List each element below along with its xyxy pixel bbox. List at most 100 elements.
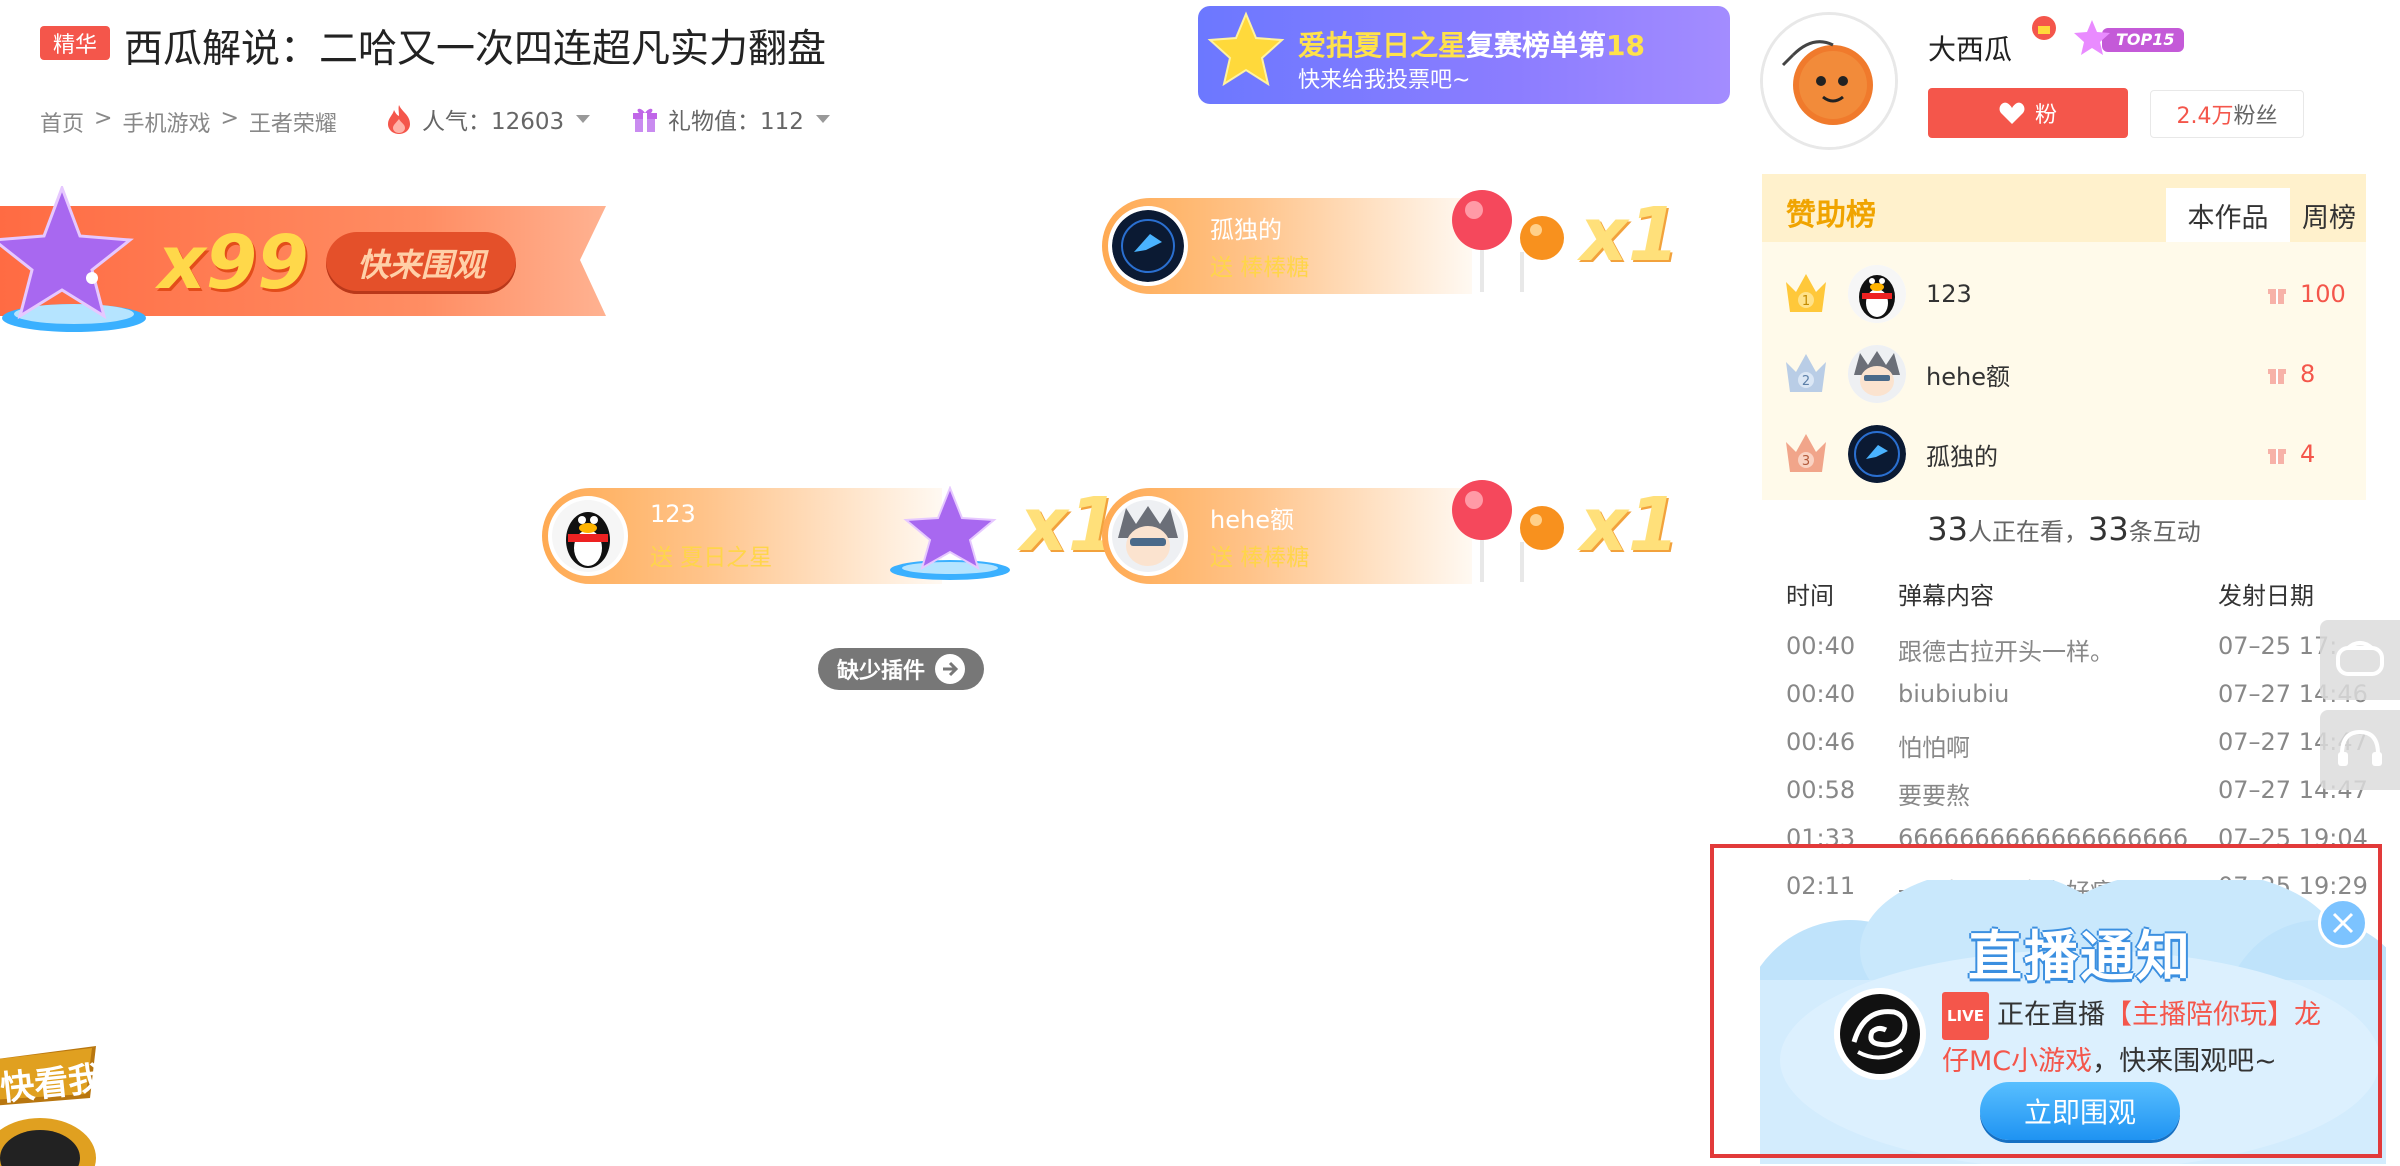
dark-logo-avatar-icon bbox=[1848, 425, 1906, 483]
fan-count-label: 粉丝 bbox=[2233, 104, 2278, 129]
danmaku-header-date: 发射日期 bbox=[2218, 582, 2314, 610]
watching-count: 33 bbox=[1927, 510, 1968, 548]
gift-value: 礼物值：112 bbox=[668, 109, 804, 135]
tab-weekly[interactable]: 周榜 bbox=[2292, 188, 2366, 242]
svg-text:3: 3 bbox=[1802, 454, 1810, 469]
gift-multiplier: x1 bbox=[1580, 192, 1680, 278]
danmaku-header-content: 弹幕内容 bbox=[1898, 582, 1994, 610]
avatar[interactable] bbox=[1848, 265, 1906, 323]
sponsor-value: 100 bbox=[2300, 280, 2346, 308]
penguin-avatar-icon bbox=[1848, 265, 1906, 323]
promo-title: 爱拍夏日之星复赛榜单第18 bbox=[1298, 24, 1645, 64]
tab-this-work[interactable]: 本作品 bbox=[2166, 188, 2290, 242]
sponsor-row[interactable]: 1 123 100 bbox=[1762, 254, 2366, 334]
summer-star-gift-icon bbox=[890, 486, 1010, 580]
top-rank-text: TOP15 bbox=[2116, 30, 2175, 49]
gift-value-stat[interactable]: 礼物值：112 bbox=[630, 102, 830, 136]
vr-headset-icon bbox=[2336, 641, 2384, 676]
anime-avatar-icon bbox=[1848, 345, 1906, 403]
gift-sender-name: 孤独的 bbox=[1210, 216, 1282, 244]
crown-silver-icon: 2 bbox=[1786, 354, 1826, 392]
danmaku-text: biubiubiu bbox=[1898, 680, 2010, 708]
follow-fan-button[interactable]: 粉 bbox=[1928, 88, 2128, 138]
gift-icon bbox=[2268, 289, 2286, 304]
gift-multiplier: x1 bbox=[1580, 482, 1680, 568]
heart-icon bbox=[1999, 102, 2025, 124]
lollipop-icon bbox=[1452, 190, 1564, 292]
chevron-down-icon bbox=[815, 115, 830, 123]
popularity-value: 人气：12603 bbox=[422, 109, 565, 135]
breadcrumb-honor-of-kings[interactable]: 王者荣耀 bbox=[249, 106, 337, 138]
sponsor-name[interactable]: 孤独的 bbox=[1926, 437, 2186, 472]
sponsor-name[interactable]: hehe额 bbox=[1926, 357, 2186, 392]
popularity-stat[interactable]: 人气：12603 bbox=[384, 102, 591, 136]
vr-tool-button[interactable] bbox=[2320, 620, 2400, 700]
level-icon bbox=[2032, 16, 2056, 40]
headset-support-icon bbox=[2338, 729, 2382, 766]
danmaku-row[interactable]: 00:40 跟德古拉开头一样。 07–25 17: bbox=[1786, 632, 2346, 680]
avatar[interactable] bbox=[1108, 496, 1188, 576]
missing-plugin-label: 缺少插件 bbox=[836, 659, 925, 684]
promo-highlight: 爱拍夏日之星 bbox=[1298, 29, 1467, 62]
danmaku-time: 00:58 bbox=[1786, 776, 1856, 804]
page-title: 西瓜解说：二哈又一次四连超凡实力翻盘 bbox=[124, 27, 827, 72]
danmaku-text: 怕怕啊 bbox=[1898, 734, 1970, 762]
support-tool-button[interactable] bbox=[2320, 710, 2400, 790]
sponsor-title: 赞助榜 bbox=[1786, 198, 1876, 233]
gift-sender-name: 123 bbox=[650, 500, 696, 528]
sponsor-value: 8 bbox=[2300, 360, 2316, 388]
danmaku-row[interactable]: 00:46 怕怕啊 07–27 14:47 bbox=[1786, 728, 2368, 776]
avatar[interactable] bbox=[1108, 206, 1188, 286]
gift-icon bbox=[2268, 449, 2286, 464]
anchor-avatar[interactable] bbox=[1760, 12, 1898, 150]
missing-plugin-button[interactable]: 缺少插件 bbox=[818, 648, 984, 690]
top-rank-badge: TOP15 bbox=[2072, 18, 2186, 58]
sponsor-name[interactable]: 123 bbox=[1926, 280, 2186, 308]
fire-icon bbox=[388, 105, 410, 134]
avatar[interactable] bbox=[1848, 425, 1906, 483]
notice-prefix: 正在直播 bbox=[1997, 999, 2105, 1031]
breadcrumb-home[interactable]: 首页 bbox=[40, 106, 84, 138]
watch-live-button[interactable]: 立即围观 bbox=[1980, 1082, 2180, 1140]
sponsor-row[interactable]: 2 hehe额 8 bbox=[1762, 334, 2366, 414]
interaction-label: 条互动 bbox=[2128, 518, 2201, 546]
danmaku-row[interactable]: 00:40 biubiubiu 07–27 14:46 bbox=[1786, 680, 2368, 728]
danmaku-row[interactable]: 00:58 要要熬 07–27 14:47 bbox=[1786, 776, 2368, 824]
avatar[interactable] bbox=[548, 496, 628, 576]
fan-count-value: 2.4万 bbox=[2176, 104, 2234, 129]
dragon-avatar-icon bbox=[1834, 988, 1926, 1080]
gift-icon bbox=[633, 108, 657, 132]
dark-logo-avatar-icon bbox=[1112, 210, 1184, 282]
svg-text:2: 2 bbox=[1802, 374, 1810, 389]
interaction-count: 33 bbox=[2088, 510, 2129, 548]
notice-title: 直播通知 bbox=[1968, 925, 2192, 988]
fan-button-label: 粉 bbox=[2034, 103, 2057, 128]
fan-count: 2.4万 粉丝 bbox=[2150, 90, 2304, 138]
sponsor-row[interactable]: 3 孤独的 4 bbox=[1762, 414, 2366, 494]
danmaku-time: 00:46 bbox=[1786, 728, 1856, 756]
live-tag: LIVE bbox=[1942, 992, 1989, 1040]
danmaku-time: 00:40 bbox=[1786, 680, 1856, 708]
gift-action: 送 夏日之星 bbox=[650, 545, 773, 571]
close-icon bbox=[2332, 912, 2354, 934]
star-icon bbox=[1207, 11, 1285, 87]
watermelon-avatar-icon bbox=[1763, 15, 1895, 147]
crown-bronze-icon: 3 bbox=[1786, 434, 1826, 472]
viewer-stats: 33人正在看，33条互动 bbox=[1762, 510, 2366, 548]
gift-sender-name: hehe额 bbox=[1210, 506, 1294, 534]
breadcrumb: 首页 > 手机游戏 > 王者荣耀 bbox=[40, 106, 337, 138]
watch-now-button[interactable]: 快来围观 bbox=[326, 232, 516, 294]
anchor-name[interactable]: 大西瓜 bbox=[1928, 28, 2012, 68]
avatar[interactable] bbox=[1848, 345, 1906, 403]
breadcrumb-mobile-games[interactable]: 手机游戏 bbox=[122, 106, 210, 138]
svg-text:1: 1 bbox=[1802, 294, 1810, 309]
streamer-avatar[interactable] bbox=[1834, 988, 1926, 1080]
notice-suffix: ，快来围观吧~ bbox=[2092, 1046, 2277, 1077]
close-button[interactable] bbox=[2318, 898, 2368, 948]
arrow-right-icon bbox=[935, 654, 965, 684]
lollipop-icon bbox=[1452, 480, 1564, 582]
gift-count: x99 bbox=[158, 220, 309, 306]
summer-star-gift-icon bbox=[0, 186, 146, 332]
breadcrumb-separator: > bbox=[94, 106, 113, 131]
sponsor-value: 4 bbox=[2300, 440, 2316, 468]
